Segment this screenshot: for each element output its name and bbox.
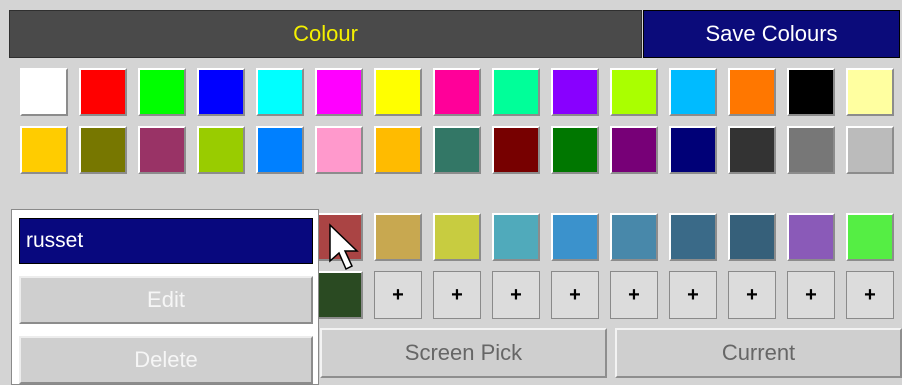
colour-swatch[interactable]	[551, 68, 599, 116]
custom-colour-swatch[interactable]	[551, 213, 599, 261]
colour-swatch[interactable]	[315, 68, 363, 116]
colour-swatch[interactable]	[492, 126, 540, 174]
colour-swatch[interactable]	[256, 68, 304, 116]
add-colour-button[interactable]: +	[492, 271, 540, 319]
save-colours-button[interactable]: Save Colours	[643, 10, 900, 58]
add-colour-button[interactable]: +	[787, 271, 835, 319]
colour-swatch[interactable]	[787, 68, 835, 116]
colour-swatch[interactable]	[79, 126, 127, 174]
custom-colour-swatch[interactable]	[728, 213, 776, 261]
colour-swatch[interactable]	[256, 126, 304, 174]
colour-swatch[interactable]	[787, 126, 835, 174]
header: Colour Save Colours	[0, 0, 902, 64]
custom-colour-swatch[interactable]	[315, 271, 363, 319]
colour-swatch[interactable]	[315, 126, 363, 174]
add-colour-button[interactable]: +	[846, 271, 894, 319]
custom-colour-swatch[interactable]	[610, 213, 658, 261]
colour-swatch[interactable]	[138, 126, 186, 174]
colour-swatch[interactable]	[610, 68, 658, 116]
delete-button[interactable]: Delete	[19, 336, 313, 384]
screen-pick-button[interactable]: Screen Pick	[320, 328, 607, 378]
custom-colour-swatch[interactable]	[433, 213, 481, 261]
colour-swatch[interactable]	[20, 68, 68, 116]
colour-swatch[interactable]	[610, 126, 658, 174]
colour-swatch[interactable]	[20, 126, 68, 174]
colour-swatch[interactable]	[433, 68, 481, 116]
add-colour-button[interactable]: +	[728, 271, 776, 319]
custom-colour-swatch[interactable]	[846, 213, 894, 261]
add-colour-button[interactable]: +	[433, 271, 481, 319]
custom-colour-swatch[interactable]	[374, 213, 422, 261]
custom-colour-swatch[interactable]	[492, 213, 540, 261]
colour-swatch[interactable]	[79, 68, 127, 116]
colour-swatch[interactable]	[374, 68, 422, 116]
custom-colour-swatch[interactable]	[669, 213, 717, 261]
colour-swatch[interactable]	[669, 68, 717, 116]
colour-swatch[interactable]	[551, 126, 599, 174]
colour-swatch[interactable]	[846, 68, 894, 116]
add-colour-button[interactable]: +	[669, 271, 717, 319]
colour-swatch[interactable]	[433, 126, 481, 174]
colour-swatch[interactable]	[138, 68, 186, 116]
colour-swatch[interactable]	[728, 126, 776, 174]
current-button[interactable]: Current	[615, 328, 902, 378]
colour-swatch[interactable]	[197, 126, 245, 174]
colour-title: Colour	[9, 10, 642, 58]
edit-button[interactable]: Edit	[19, 276, 313, 324]
colour-swatch[interactable]	[197, 68, 245, 116]
custom-colour-swatch[interactable]	[787, 213, 835, 261]
colour-context-menu: russet Edit Delete	[11, 209, 319, 385]
colour-name-field[interactable]: russet	[19, 218, 313, 264]
colour-swatch[interactable]	[846, 126, 894, 174]
colour-swatch[interactable]	[374, 126, 422, 174]
add-colour-button[interactable]: +	[374, 271, 422, 319]
add-colour-button[interactable]: +	[610, 271, 658, 319]
colour-swatch[interactable]	[492, 68, 540, 116]
add-colour-button[interactable]: +	[551, 271, 599, 319]
colour-swatch[interactable]	[728, 68, 776, 116]
mouse-pointer-icon	[329, 223, 359, 271]
colour-swatch[interactable]	[669, 126, 717, 174]
